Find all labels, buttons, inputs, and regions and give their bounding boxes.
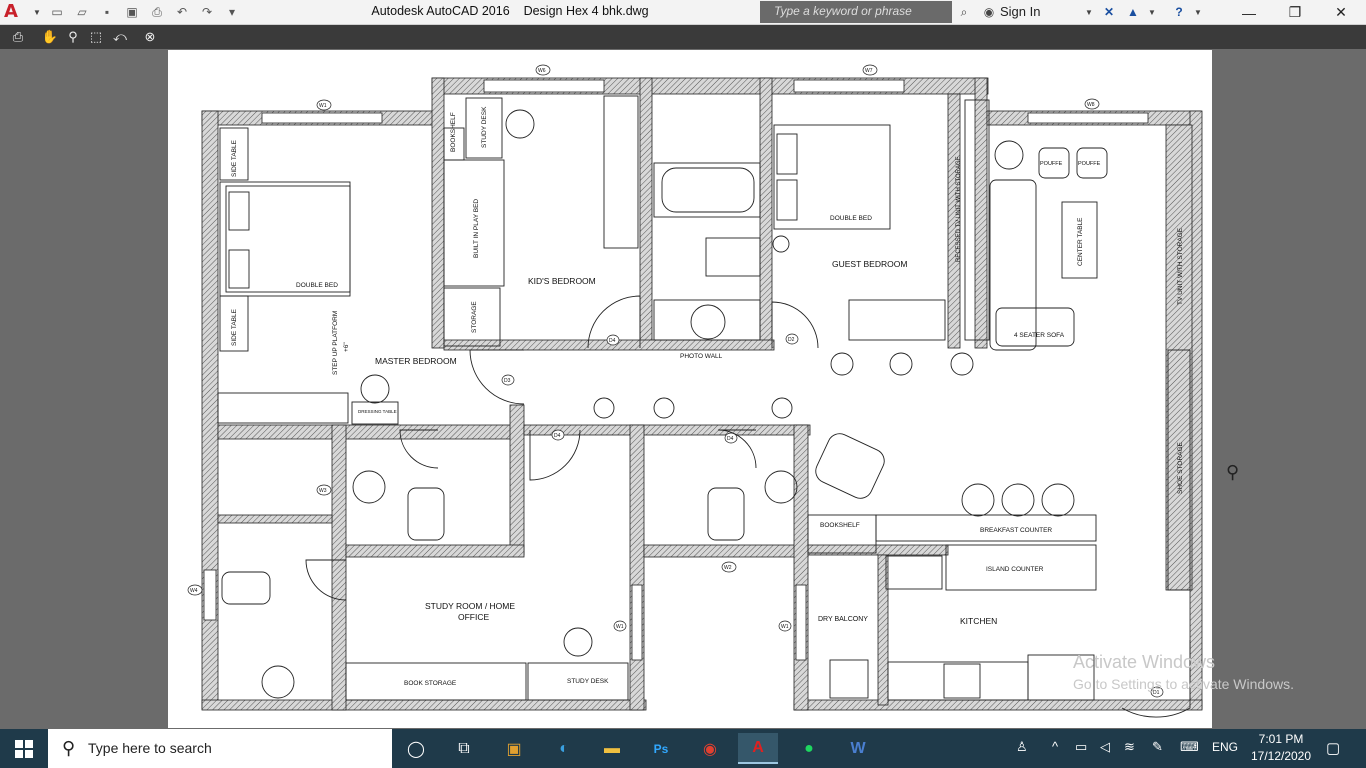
tag-w2: W2 xyxy=(724,565,732,571)
label-study-desk: STUDY DESK xyxy=(567,678,609,685)
label-tv-unit: TV UNIT WITH STORAGE xyxy=(1177,227,1184,305)
label-center-table: CENTER TABLE xyxy=(1077,217,1084,266)
label-study-desk-kid: STUDY DESK xyxy=(481,106,488,148)
label-recessed-tv-unit: RECESSED TV UNIT WITH STORAGE xyxy=(956,156,962,262)
wifi-icon[interactable]: ≋ xyxy=(1124,739,1135,755)
room-label-kitchen: KITCHEN xyxy=(960,616,997,626)
tag-d4-bath: D4 xyxy=(727,436,734,442)
windows-logo-icon xyxy=(15,739,33,758)
edge-icon[interactable]: ◐ xyxy=(544,733,584,764)
label-pouffe-1: POUFFE xyxy=(1040,161,1063,167)
cortana-icon[interactable]: ◯ xyxy=(396,733,436,764)
taskbar-search-placeholder: Type here to search xyxy=(88,740,212,756)
label-bookshelf-kid: BOOKSHELF xyxy=(450,112,457,152)
label-step-up-platform: STEP UP PLATFORM xyxy=(332,311,339,375)
word-icon[interactable]: W xyxy=(838,733,878,764)
label-step-up-height: +6" xyxy=(343,342,350,352)
tag-d4: D4 xyxy=(609,338,616,344)
file-explorer-icon[interactable]: ▬ xyxy=(592,733,632,764)
battery-icon[interactable]: ▭ xyxy=(1075,739,1087,755)
label-shoe-storage: SHOE STORAGE xyxy=(1177,441,1184,494)
label-dressing-table: DRESSING TABLE xyxy=(358,409,397,414)
pen-icon[interactable]: ✎ xyxy=(1152,739,1163,755)
room-label-guest-bedroom: GUEST BEDROOM xyxy=(832,259,907,269)
clock-time[interactable]: 7:01 PM xyxy=(1253,732,1309,746)
label-side-table-1: SIDE TABLE xyxy=(231,139,238,177)
zoom-cursor-icon: ⚲ xyxy=(1226,462,1240,482)
tag-d2: D2 xyxy=(788,337,795,343)
clock-date[interactable]: 17/12/2020 xyxy=(1248,749,1314,763)
language-indicator[interactable]: ENG xyxy=(1212,740,1238,754)
label-pouffe-2: POUFFE xyxy=(1078,161,1101,167)
tag-w7: W7 xyxy=(865,68,873,74)
notifications-icon[interactable]: ▢ xyxy=(1326,739,1340,757)
taskbar-search-box[interactable]: ⚲ Type here to search xyxy=(48,729,392,768)
label-side-table-2: SIDE TABLE xyxy=(231,308,238,346)
spotify-icon[interactable]: ● xyxy=(789,733,829,764)
label-double-bed-master: DOUBLE BED xyxy=(296,282,338,289)
tag-w8: W8 xyxy=(1087,102,1095,108)
room-label-dry-balcony: DRY BALCONY xyxy=(818,616,868,623)
chrome-icon[interactable]: ◉ xyxy=(690,733,730,764)
tag-d4-study: D4 xyxy=(554,433,561,439)
room-label-master-bedroom: MASTER BEDROOM xyxy=(375,356,457,366)
activate-windows-subtitle: Go to Settings to activate Windows. xyxy=(1073,676,1294,692)
tag-d3: D3 xyxy=(504,378,511,384)
start-button[interactable] xyxy=(0,729,48,768)
photoshop-icon[interactable]: Ps xyxy=(641,733,681,764)
label-breakfast-counter: BREAKFAST COUNTER xyxy=(980,527,1052,534)
store-icon[interactable]: ▣ xyxy=(494,733,534,764)
room-label-study-line1: STUDY ROOM / HOME xyxy=(425,601,515,611)
label-built-in-play-bed: BUILT IN PLAY BED xyxy=(473,199,480,258)
autocad-taskbar-icon[interactable]: A xyxy=(738,733,778,764)
search-icon: ⚲ xyxy=(62,738,76,758)
show-hidden-icons[interactable]: ^ xyxy=(1052,739,1058,754)
room-label-kids-bedroom: KID'S BEDROOM xyxy=(528,276,596,286)
volume-icon[interactable]: ◁ xyxy=(1100,739,1110,755)
activate-windows-title: Activate Windows xyxy=(1073,652,1216,672)
tag-w3: W3 xyxy=(319,488,327,494)
tag-w6: W6 xyxy=(538,68,546,74)
room-label-study-line2: OFFICE xyxy=(458,612,489,622)
taskbar: ⚲ Type here to search ◯ ⧉ ▣ ◐ ▬ Ps ◉ A ●… xyxy=(0,729,1366,768)
label-bookshelf-living: BOOKSHELF xyxy=(820,522,860,529)
tag-w4: W4 xyxy=(190,588,198,594)
people-icon[interactable]: ♙ xyxy=(1016,739,1028,755)
tag-w1: W1 xyxy=(319,103,327,109)
walls xyxy=(201,77,1203,711)
label-double-bed-guest: DOUBLE BED xyxy=(830,215,872,222)
task-view-icon[interactable]: ⧉ xyxy=(444,733,484,764)
furniture xyxy=(217,95,1191,701)
keyboard-icon[interactable]: ⌨ xyxy=(1180,739,1199,755)
label-island-counter: ISLAND COUNTER xyxy=(986,566,1044,573)
label-sofa: 4 SEATER SOFA xyxy=(1014,332,1065,339)
label-book-storage: BOOK STORAGE xyxy=(404,680,457,687)
tag-w1-kitchen: W1 xyxy=(781,624,789,630)
label-storage-kid: STORAGE xyxy=(471,301,478,333)
label-photo-wall: PHOTO WALL xyxy=(680,353,723,360)
tag-w1-study: W1 xyxy=(616,624,624,630)
